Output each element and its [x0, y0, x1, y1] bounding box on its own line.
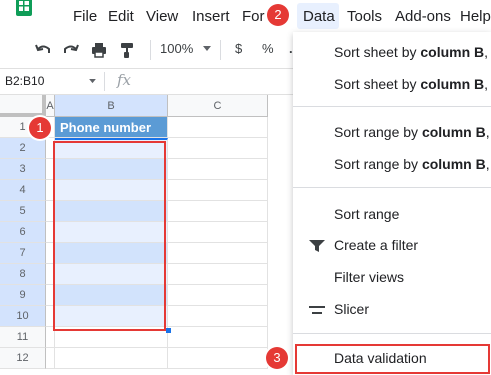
grid-cell[interactable] — [168, 285, 268, 306]
menu-insert[interactable]: Insert — [192, 8, 230, 25]
menu-item-sort-sheet-az[interactable]: Sort sheet by column B, A — [334, 44, 491, 60]
chevron-down-icon[interactable] — [203, 46, 211, 52]
row-header[interactable]: 11 — [0, 327, 46, 348]
column-header-a[interactable]: A — [46, 95, 55, 117]
selection-highlight-box — [53, 141, 166, 331]
menu-edit[interactable]: Edit — [108, 8, 134, 25]
row-header[interactable]: 8 — [0, 264, 46, 285]
column-header-c[interactable]: C — [168, 95, 268, 117]
menu-item-slicer[interactable]: Slicer — [334, 301, 369, 317]
slicer-icon — [309, 306, 325, 314]
menu-item-sort-range-za[interactable]: Sort range by column B, Z — [334, 156, 491, 172]
menu-file[interactable]: File — [73, 8, 97, 25]
menu-addons[interactable]: Add-ons — [395, 8, 451, 25]
column-header-b[interactable]: B — [55, 95, 168, 117]
grid-cell[interactable] — [168, 306, 268, 327]
menu-tools[interactable]: Tools — [347, 8, 382, 25]
row-header[interactable]: 6 — [0, 222, 46, 243]
grid-cell[interactable] — [168, 243, 268, 264]
fx-icon: fx — [117, 71, 132, 89]
fill-handle[interactable] — [166, 328, 171, 333]
menu-view[interactable]: View — [146, 8, 178, 25]
menu-separator — [293, 333, 491, 334]
menu-separator — [293, 187, 491, 188]
menu-item-data-validation[interactable]: Data validation — [334, 350, 427, 366]
menu-item-create-filter[interactable]: Create a filter — [334, 237, 418, 253]
toolbar-divider — [220, 40, 221, 60]
sheets-logo-icon — [16, 0, 32, 16]
grid-cell[interactable] — [168, 138, 268, 159]
step-badge-3: 3 — [266, 347, 288, 369]
grid-cell[interactable] — [168, 327, 268, 348]
filter-icon — [309, 240, 325, 252]
select-all-corner[interactable] — [0, 95, 46, 117]
menu-item-sort-sheet-za[interactable]: Sort sheet by column B, Z — [334, 76, 491, 92]
row-header[interactable]: 10 — [0, 306, 46, 327]
menu-item-sort-range-az[interactable]: Sort range by column B, A — [334, 124, 491, 140]
currency-format-button[interactable]: $ — [235, 41, 242, 56]
row-header[interactable]: 12 — [0, 348, 46, 369]
zoom-select[interactable]: 100% — [160, 41, 193, 56]
menu-separator — [293, 106, 491, 107]
name-box[interactable]: B2:B10 — [5, 74, 44, 88]
row-header[interactable]: 7 — [0, 243, 46, 264]
step-badge-1: 1 — [29, 117, 51, 139]
redo-icon[interactable] — [62, 41, 80, 59]
grid-cell[interactable] — [168, 159, 268, 180]
grid-cell[interactable] — [168, 117, 268, 138]
toolbar-divider — [150, 40, 151, 60]
print-icon[interactable] — [90, 41, 108, 59]
paint-format-icon[interactable] — [118, 41, 136, 59]
row-header[interactable]: 5 — [0, 201, 46, 222]
row-header[interactable]: 4 — [0, 180, 46, 201]
grid-cell[interactable] — [168, 348, 268, 369]
menu-item-sort-range[interactable]: Sort range — [334, 206, 399, 222]
menu-data[interactable]: Data — [303, 8, 335, 25]
step-badge-2: 2 — [267, 4, 289, 26]
percent-format-button[interactable]: % — [262, 41, 274, 56]
menu-help[interactable]: Help — [460, 8, 491, 25]
menu-item-filter-views[interactable]: Filter views — [334, 269, 404, 285]
grid-cell[interactable] — [46, 348, 55, 369]
grid-cell[interactable] — [168, 201, 268, 222]
row-header[interactable]: 2 — [0, 138, 46, 159]
grid-cell[interactable] — [168, 180, 268, 201]
grid-cell[interactable] — [168, 264, 268, 285]
grid-cell[interactable] — [168, 222, 268, 243]
row-header[interactable]: 3 — [0, 159, 46, 180]
data-menu-dropdown: Sort sheet by column B, A Sort sheet by … — [293, 32, 491, 375]
menu-bar: File Edit View Insert For Data Tools Add… — [0, 0, 491, 32]
formula-divider — [104, 72, 105, 91]
menu-format[interactable]: For — [242, 8, 265, 25]
row-header[interactable]: 9 — [0, 285, 46, 306]
chevron-down-icon[interactable] — [89, 79, 96, 84]
cell-b1-header[interactable]: Phone number — [55, 117, 168, 138]
grid-cell[interactable] — [55, 348, 168, 369]
undo-icon[interactable] — [34, 41, 52, 59]
